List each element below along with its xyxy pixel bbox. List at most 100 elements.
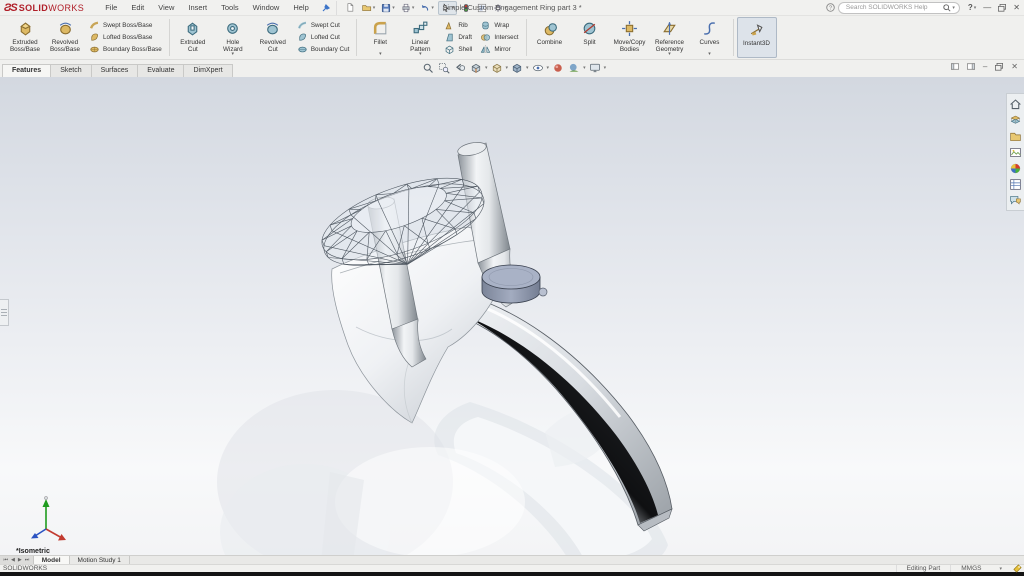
- caret-down-icon[interactable]: ▾: [392, 5, 395, 11]
- caret-down-icon[interactable]: ▾: [419, 51, 422, 57]
- caret-down-icon[interactable]: ▾: [373, 5, 376, 11]
- revolved-cut-button[interactable]: Revolved Cut: [253, 17, 293, 58]
- forum-taskpane-button[interactable]: [1007, 192, 1024, 208]
- move-copy-button[interactable]: Move/Copy Bodies: [610, 17, 650, 58]
- minimize-button[interactable]: —: [983, 3, 991, 12]
- search-icon[interactable]: [943, 4, 951, 12]
- pane-left-icon[interactable]: [951, 63, 959, 70]
- rib-button[interactable]: Rib: [442, 19, 474, 31]
- split-button[interactable]: Split: [570, 17, 610, 58]
- hide-show-items-button[interactable]: [530, 62, 546, 74]
- menu-help[interactable]: Help: [286, 1, 315, 14]
- new-document-button[interactable]: [344, 2, 358, 14]
- search-input[interactable]: Search SOLIDWORKS Help: [846, 4, 940, 11]
- instant3d-button[interactable]: Instant3D: [737, 17, 777, 58]
- previous-view-button[interactable]: [452, 62, 468, 74]
- tab-scroll-buttons[interactable]: ⏮ ◀ ▶ ⏭: [0, 556, 34, 564]
- caret-down-icon[interactable]: ▾: [668, 51, 671, 57]
- draft-button[interactable]: Draft: [442, 31, 474, 43]
- curves-button[interactable]: Curves▾: [690, 17, 730, 58]
- tab-features[interactable]: Features: [2, 64, 51, 77]
- select-cursor-button[interactable]: ▾: [438, 1, 458, 15]
- pane-right-icon[interactable]: [967, 63, 975, 70]
- save-button[interactable]: ▾: [379, 2, 397, 14]
- tab-scroll-prev-icon[interactable]: ◀: [11, 557, 15, 563]
- hole-wizard-button[interactable]: Hole Wizard▾: [213, 17, 253, 58]
- file-explorer-taskpane-button[interactable]: [1007, 128, 1024, 144]
- mirror-button[interactable]: Mirror: [478, 44, 520, 56]
- menu-insert[interactable]: Insert: [181, 1, 214, 14]
- help-caret-icon[interactable]: ▾: [974, 5, 977, 11]
- featuremanager-flyout-tab[interactable]: [0, 299, 9, 326]
- model-tab-model[interactable]: Model: [34, 556, 70, 564]
- help-menu-button[interactable]: ?: [968, 3, 973, 12]
- zoom-to-area-button[interactable]: [436, 62, 452, 74]
- apply-scene-button[interactable]: [566, 62, 582, 74]
- search-box[interactable]: Search SOLIDWORKS Help ▾: [838, 2, 960, 14]
- caret-down-icon[interactable]: ▾: [452, 5, 455, 11]
- combine-button[interactable]: Combine: [530, 17, 570, 58]
- edit-appearance-button[interactable]: [550, 62, 566, 74]
- boundary-cut-button[interactable]: Boundary Cut: [295, 44, 352, 56]
- caret-down-icon[interactable]: ▾: [506, 65, 509, 71]
- extruded-boss-button[interactable]: Extruded Boss/Base: [5, 17, 45, 58]
- intersect-button[interactable]: Intersect: [478, 31, 520, 43]
- tab-sketch[interactable]: Sketch: [50, 64, 91, 77]
- status-units[interactable]: MMGS: [950, 565, 991, 572]
- caret-down-icon[interactable]: ▾: [232, 51, 235, 57]
- caret-down-icon[interactable]: ▾: [504, 5, 507, 11]
- wrap-button[interactable]: Wrap: [478, 19, 520, 31]
- zoom-to-fit-button[interactable]: [420, 62, 436, 74]
- shell-button[interactable]: Shell: [442, 44, 474, 56]
- menu-tools[interactable]: Tools: [214, 1, 246, 14]
- close-button[interactable]: ✕: [1013, 3, 1020, 12]
- doc-close-button[interactable]: ✕: [1011, 62, 1018, 71]
- design-library-taskpane-button[interactable]: [1007, 112, 1024, 128]
- open-folder-button[interactable]: ▾: [360, 2, 378, 14]
- tab-surfaces[interactable]: Surfaces: [91, 64, 139, 77]
- fillet-button[interactable]: Fillet▾: [360, 17, 400, 58]
- doc-minimize-button[interactable]: –: [983, 62, 987, 71]
- tab-scroll-next-icon[interactable]: ▶: [18, 557, 22, 563]
- caret-down-icon[interactable]: ▾: [547, 65, 550, 71]
- options-gear-button[interactable]: ▾: [491, 2, 509, 14]
- menu-file[interactable]: File: [98, 1, 124, 14]
- swept-cut-button[interactable]: Swept Cut: [295, 19, 352, 31]
- revolved-boss-button[interactable]: Revolved Boss/Base: [45, 17, 85, 58]
- lofted-boss-button[interactable]: Lofted Boss/Base: [87, 31, 164, 43]
- display-style-button[interactable]: [509, 62, 525, 74]
- undo-button[interactable]: ▾: [418, 2, 436, 14]
- view-palette-taskpane-button[interactable]: [1007, 144, 1024, 160]
- file-properties-button[interactable]: [475, 2, 489, 14]
- caret-down-icon[interactable]: ▾: [412, 5, 415, 11]
- caret-down-icon[interactable]: ▾: [485, 65, 488, 71]
- restore-button[interactable]: [998, 4, 1006, 12]
- linear-pattern-button[interactable]: Linear Pattern▾: [400, 17, 440, 58]
- units-caret-icon[interactable]: ▾: [991, 566, 1010, 572]
- caret-down-icon[interactable]: ▾: [526, 65, 529, 71]
- help-icon[interactable]: ?: [826, 3, 835, 12]
- custom-properties-taskpane-button[interactable]: [1007, 176, 1024, 192]
- appearances-taskpane-button[interactable]: [1007, 160, 1024, 176]
- menu-view[interactable]: View: [151, 1, 181, 14]
- menu-window[interactable]: Window: [246, 1, 287, 14]
- graphics-area[interactable]: *Isometric: [0, 77, 1024, 555]
- rebuild-traffic-light-button[interactable]: [459, 2, 473, 14]
- model-tab-motion-study-1[interactable]: Motion Study 1: [70, 556, 130, 564]
- tab-scroll-last-icon[interactable]: ⏭: [25, 557, 30, 563]
- tab-evaluate[interactable]: Evaluate: [137, 64, 184, 77]
- tags-icon[interactable]: [1010, 564, 1024, 573]
- reference-geometry-button[interactable]: Reference Geometry▾: [650, 17, 690, 58]
- boundary-boss-button[interactable]: Boundary Boss/Base: [87, 44, 164, 56]
- home-taskpane-button[interactable]: [1007, 96, 1024, 112]
- pin-menu-icon[interactable]: [322, 4, 330, 12]
- caret-down-icon[interactable]: ▾: [583, 65, 586, 71]
- view-orientation-button[interactable]: [489, 62, 505, 74]
- menu-edit[interactable]: Edit: [124, 1, 151, 14]
- print-button[interactable]: ▾: [399, 2, 417, 14]
- section-view-button[interactable]: [468, 62, 484, 74]
- tab-scroll-first-icon[interactable]: ⏮: [4, 557, 9, 563]
- extruded-cut-button[interactable]: Extruded Cut: [173, 17, 213, 58]
- caret-down-icon[interactable]: ▾: [708, 51, 711, 57]
- swept-boss-button[interactable]: Swept Boss/Base: [87, 19, 164, 31]
